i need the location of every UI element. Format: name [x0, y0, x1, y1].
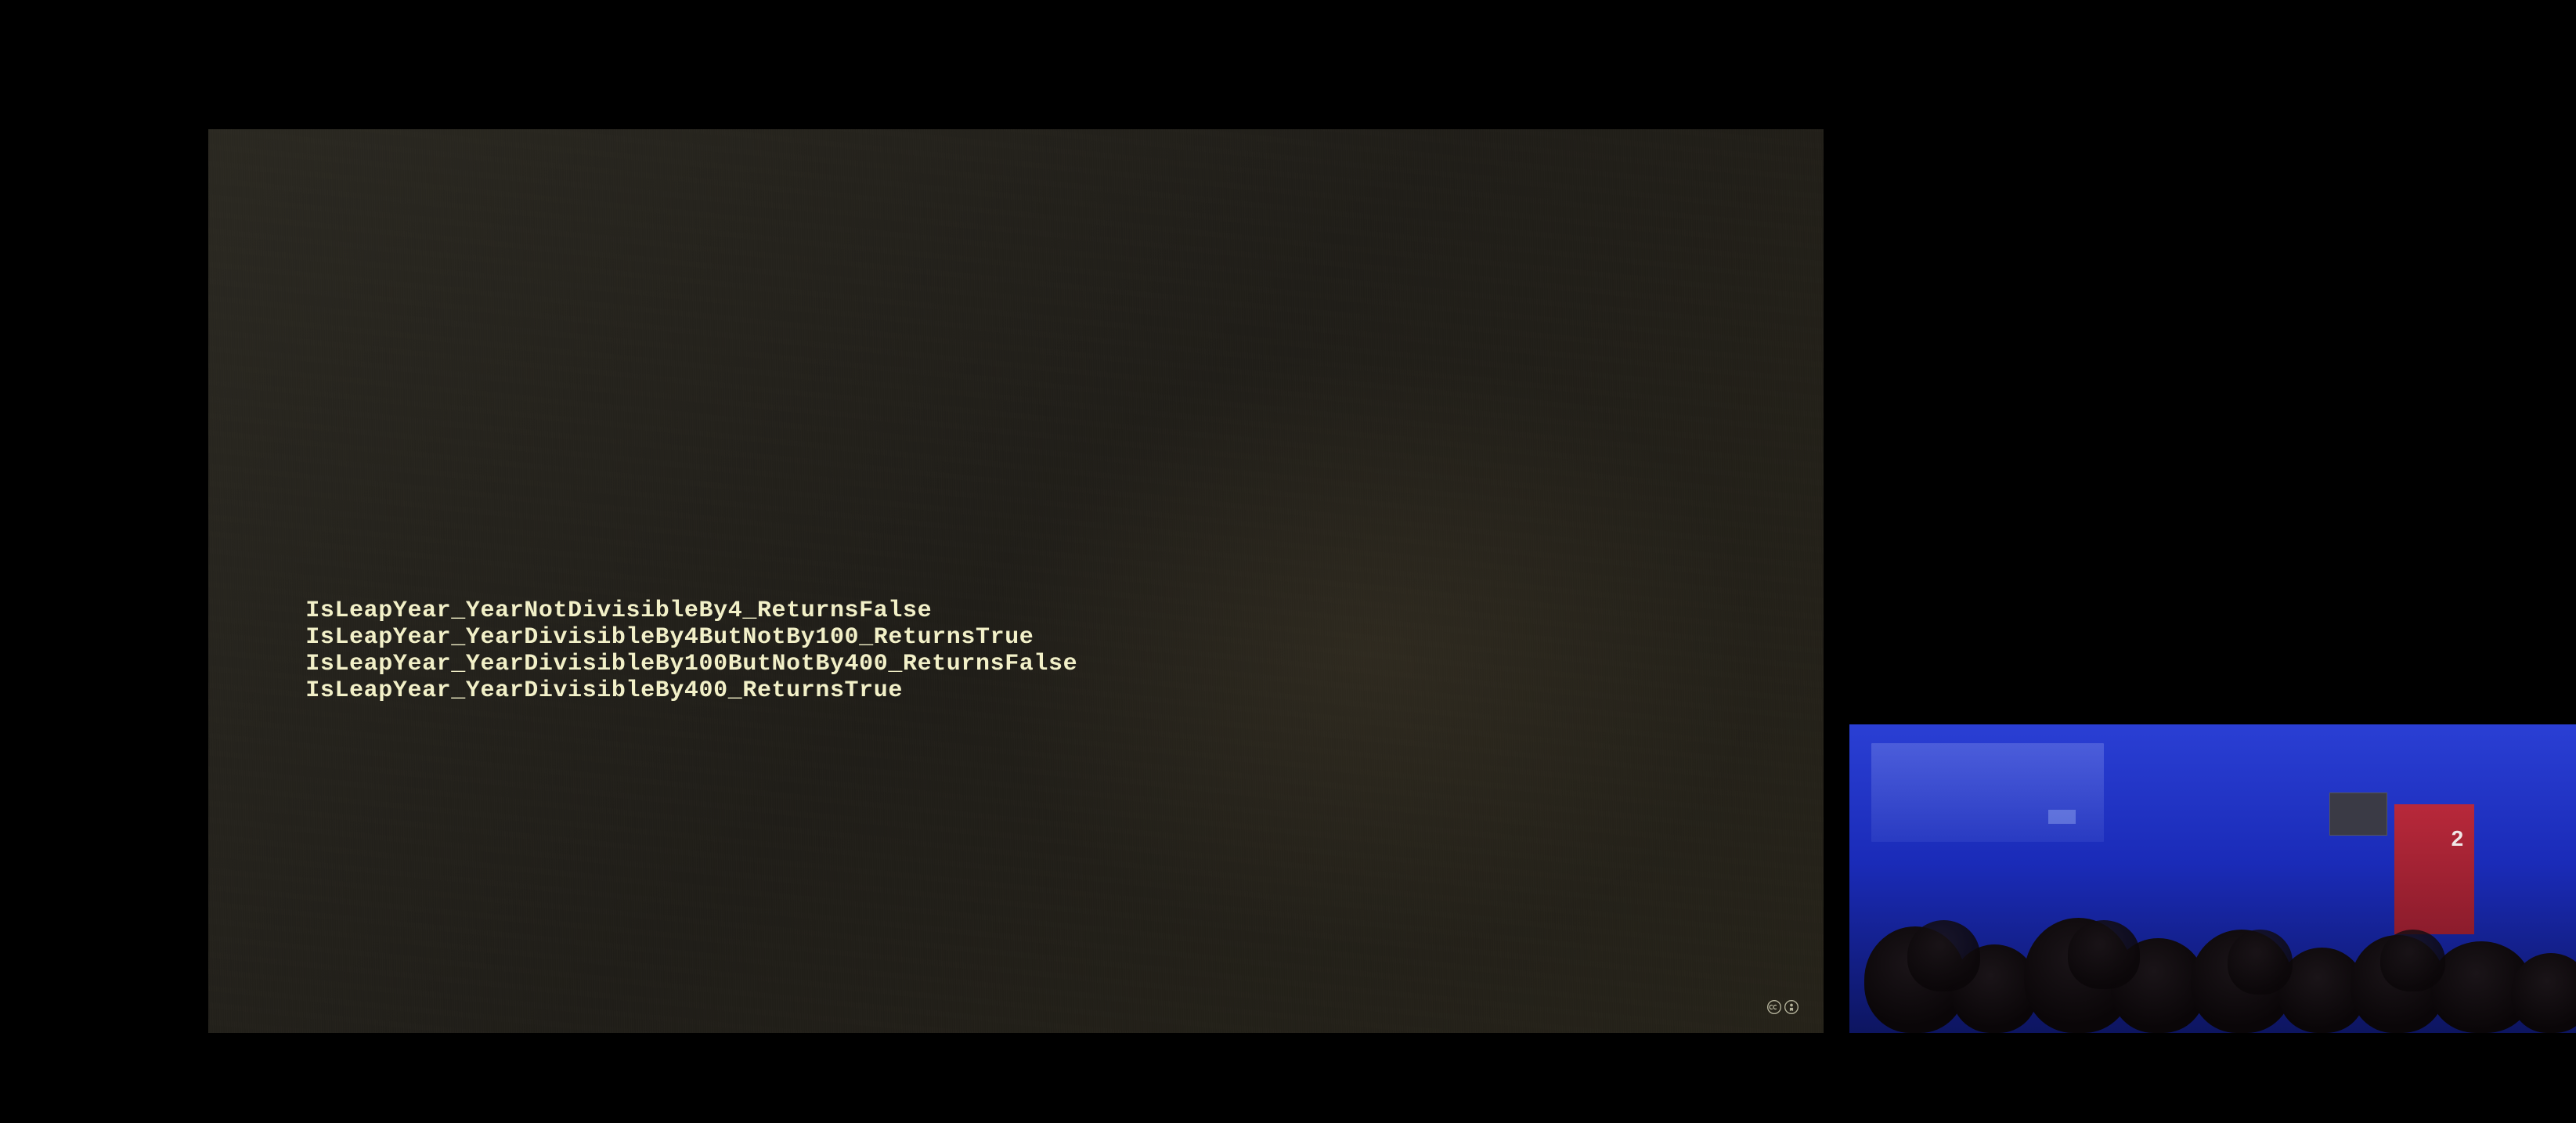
cc-license-icon	[1766, 999, 1799, 1015]
pip-screen-content	[2048, 810, 2076, 824]
test-name-line: IsLeapYear_YearDivisibleBy400_ReturnsTru…	[305, 677, 1726, 704]
speaker-camera-pip: 2	[1849, 724, 2576, 1033]
test-name-line: IsLeapYear_YearDivisibleBy100ButNotBy400…	[305, 651, 1726, 677]
slide-text-block: IsLeapYear_YearNotDivisibleBy4_ReturnsFa…	[208, 129, 1824, 704]
test-name-line: IsLeapYear_YearNotDivisibleBy4_ReturnsFa…	[305, 598, 1726, 624]
presentation-slide: IsLeapYear_YearNotDivisibleBy4_ReturnsFa…	[208, 129, 1824, 1033]
test-name-line: IsLeapYear_YearDivisibleBy4ButNotBy100_R…	[305, 624, 1726, 651]
pip-projection-screen	[1871, 743, 2104, 842]
pip-stage-monitor	[2329, 793, 2387, 836]
pip-audience	[1849, 885, 2576, 1033]
pip-podium-number: 2	[2452, 826, 2464, 851]
